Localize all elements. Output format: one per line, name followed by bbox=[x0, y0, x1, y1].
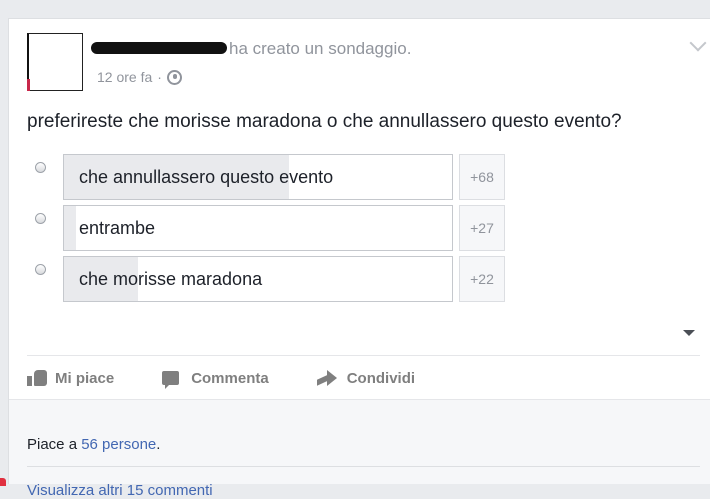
share-button[interactable]: Condividi bbox=[317, 370, 415, 387]
likes-suffix: . bbox=[156, 436, 161, 453]
meta-separator: · bbox=[157, 69, 162, 85]
poll-option-votes[interactable]: +27 bbox=[459, 205, 505, 251]
post-options-chevron-icon[interactable] bbox=[689, 34, 707, 52]
notification-badge[interactable] bbox=[0, 478, 6, 486]
share-label: Condividi bbox=[346, 369, 416, 387]
comment-button[interactable]: Commenta bbox=[162, 369, 269, 389]
poll-option-bar[interactable]: che morisse maradona bbox=[63, 256, 453, 302]
poll-option-label: entrambe bbox=[79, 218, 156, 238]
post-card: ha creato un sondaggio. 12 ore fa · pref… bbox=[8, 18, 710, 499]
actions-divider bbox=[27, 355, 700, 356]
avatar-mark bbox=[27, 79, 30, 91]
poll-option-votes[interactable]: +68 bbox=[459, 154, 505, 200]
view-more-comments-link[interactable]: Visualizza altri 15 commenti bbox=[27, 482, 213, 499]
post-meta: 12 ore fa · bbox=[97, 69, 182, 85]
comment-icon bbox=[162, 371, 180, 389]
author-action-text: ha creato un sondaggio. bbox=[229, 39, 412, 58]
poll-option: che morisse maradona +22 bbox=[31, 256, 511, 302]
poll-option: che annullassero questo evento +68 bbox=[31, 154, 511, 200]
poll-option-bar[interactable]: entrambe bbox=[63, 205, 453, 251]
poll-option: entrambe +27 bbox=[31, 205, 511, 251]
poll-option-votes[interactable]: +22 bbox=[459, 256, 505, 302]
poll-option-bar[interactable]: che annullassero questo evento bbox=[63, 154, 453, 200]
thumbs-up-icon bbox=[27, 370, 47, 386]
more-options-arrow-icon[interactable] bbox=[683, 330, 695, 336]
post-footer: Piace a 56 persone. Visualizza altri 15 … bbox=[9, 399, 710, 499]
post-actions: Mi piace Commenta Condividi bbox=[27, 367, 463, 389]
likes-prefix: Piace a bbox=[27, 436, 82, 453]
post-timestamp[interactable]: 12 ore fa bbox=[97, 69, 152, 85]
share-icon bbox=[317, 370, 337, 386]
poll-question: preferireste che morisse maradona o che … bbox=[27, 111, 622, 132]
globe-icon[interactable] bbox=[166, 69, 182, 85]
like-label: Mi piace bbox=[55, 369, 115, 387]
poll-option-radio[interactable] bbox=[35, 264, 46, 275]
poll-option-radio[interactable] bbox=[35, 213, 46, 224]
author-avatar[interactable] bbox=[27, 33, 83, 91]
redacted-author-name[interactable] bbox=[91, 41, 227, 54]
post-header: ha creato un sondaggio. bbox=[91, 39, 411, 59]
likes-count-link[interactable]: 56 persone bbox=[81, 436, 156, 453]
poll-option-radio[interactable] bbox=[35, 162, 46, 173]
poll-option-label: che morisse maradona bbox=[79, 269, 263, 289]
poll-option-label: che annullassero questo evento bbox=[79, 167, 334, 187]
poll-option-fill bbox=[64, 206, 76, 250]
likes-summary: Piace a 56 persone. bbox=[27, 436, 160, 453]
comment-label: Commenta bbox=[191, 369, 269, 387]
footer-divider bbox=[27, 466, 700, 467]
like-button[interactable]: Mi piace bbox=[27, 370, 114, 387]
